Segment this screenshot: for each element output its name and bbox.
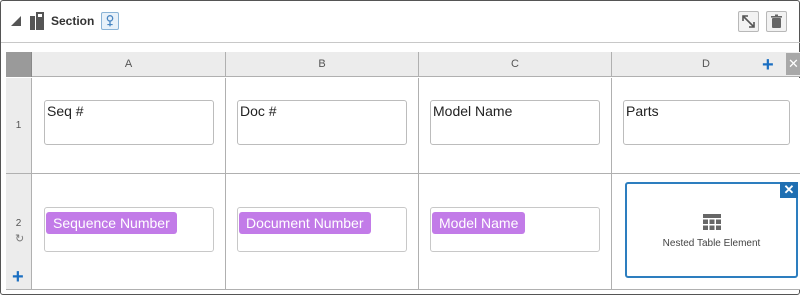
table-corner — [6, 52, 32, 77]
field-token[interactable]: Sequence Number — [46, 212, 177, 234]
edit-section-icon[interactable] — [101, 12, 119, 30]
add-column-button[interactable]: + — [762, 55, 774, 75]
delete-button[interactable] — [766, 11, 787, 32]
label-model-name[interactable]: Model Name — [430, 100, 600, 145]
column-header-c[interactable]: C — [419, 52, 612, 77]
column-header-a[interactable]: A — [32, 52, 226, 77]
field-document-number[interactable]: Document Number — [237, 207, 407, 252]
section-panel: Section A B C D 1 2 Seq # Doc # Model Na… — [0, 0, 800, 295]
column-header-b[interactable]: B — [226, 52, 419, 77]
table-icon — [703, 214, 721, 230]
label-doc[interactable]: Doc # — [237, 100, 407, 145]
close-icon[interactable]: ✕ — [780, 182, 798, 198]
nested-table-label: Nested Table Element — [662, 238, 761, 249]
refresh-icon[interactable]: ↻ — [15, 232, 24, 245]
collapse-triangle-icon[interactable] — [11, 16, 21, 26]
expand-icon — [742, 15, 755, 28]
field-token[interactable]: Model Name — [432, 212, 526, 234]
nested-table-element[interactable]: ✕ Nested Table Element — [625, 182, 798, 278]
document-icon — [30, 12, 44, 30]
field-model-name[interactable]: Model Name — [430, 207, 600, 252]
trash-icon — [771, 14, 782, 28]
expand-button[interactable] — [738, 11, 759, 32]
section-header: Section — [1, 1, 800, 43]
label-parts[interactable]: Parts — [623, 100, 790, 145]
section-title: Section — [51, 14, 95, 28]
label-seq[interactable]: Seq # — [44, 100, 214, 145]
field-token[interactable]: Document Number — [239, 212, 371, 234]
row-header-1[interactable]: 1 — [6, 78, 32, 174]
field-sequence-number[interactable]: Sequence Number — [44, 207, 214, 252]
remove-column-button[interactable]: ✕ — [786, 53, 800, 75]
add-row-button[interactable]: + — [12, 267, 24, 287]
